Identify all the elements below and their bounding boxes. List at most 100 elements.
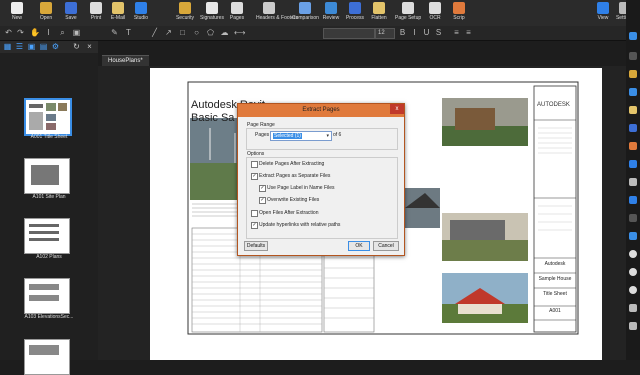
strikethrough-icon[interactable]: S [434,28,443,37]
thumbnails-tab-icon[interactable]: ▣ [27,42,36,51]
stamp-icon[interactable] [629,70,637,78]
new-button[interactable]: New [4,1,30,26]
signatures-button[interactable]: Signatures [199,1,225,26]
signature-icon [206,2,218,14]
pages-select[interactable]: Selected (1) ▾ [270,131,332,141]
pages-button[interactable]: Pages [224,1,250,26]
comparison-button[interactable]: Comparison [292,1,319,26]
line-icon[interactable]: ╱ [150,28,159,37]
process-button[interactable]: Process [342,1,368,26]
new-icon [11,2,23,14]
italic-icon[interactable]: I [410,28,419,37]
signature-icon[interactable] [629,160,637,168]
hand-tool-icon[interactable]: ✋ [30,28,40,37]
pencil-icon[interactable] [629,106,637,114]
email-icon [112,2,124,14]
bookmark-icon[interactable] [629,178,637,186]
defaults-button[interactable]: Defaults [244,241,268,251]
main-ribbon: New Open Save Print E-Mail Studio Securi… [0,0,640,27]
delete-pages-checkbox[interactable] [251,161,258,168]
pages-label: Pages [255,132,270,138]
overwrite-checkbox[interactable]: ✓ [259,197,266,204]
page-thumbnail[interactable] [24,158,70,194]
ellipse-icon[interactable]: ○ [192,28,201,37]
thumbnail-label: A001 Title Sheet [30,134,68,140]
page-setup-button[interactable]: Page Setup [395,1,421,26]
attachment-icon[interactable] [629,232,637,240]
underline-icon[interactable]: U [422,28,431,37]
ocr-button[interactable]: OCR [422,1,448,26]
measure-icon[interactable] [629,196,637,204]
open-after-checkbox[interactable] [251,210,258,217]
security-button[interactable]: Security [172,1,198,26]
select-text-icon[interactable]: I [44,28,53,37]
panel-settings-icon[interactable]: ⚙ [51,42,60,51]
flatten-button[interactable]: Flatten [366,1,392,26]
measure-icon[interactable]: ⟷ [234,28,245,37]
quick-toolbar: ↶ ↷ ✋ I ⌕ ▣ ✎ T ╱ ↗ □ ○ ⬠ ☁ ⟷ 12 B I U S… [0,26,640,41]
rotate-icon[interactable]: ↻ [72,42,81,51]
layers-icon[interactable] [629,124,637,132]
thumbnail-panel-toolbar: ▦ ☰ ▣ ▤ ⚙ ↻ × [0,41,98,53]
scrip-button[interactable]: Scrip [446,1,472,26]
redo-icon[interactable]: ↷ [16,28,25,37]
align-center-icon[interactable]: ≡ [464,28,473,37]
rectangle-icon[interactable]: □ [178,28,187,37]
close-button[interactable]: x [390,104,404,114]
polygon-icon[interactable]: ⬠ [206,28,215,37]
link-icon[interactable] [629,142,637,150]
lock-icon [179,2,191,14]
page-thumbnail[interactable] [24,218,70,254]
title-block-sheet-number: A001 [549,308,561,314]
properties-icon[interactable] [629,32,637,40]
open-button[interactable]: Open [33,1,59,26]
studio-button[interactable]: Studio [128,1,154,26]
separate-files-checkbox[interactable]: ✓ [251,173,258,180]
circle-icon[interactable] [629,286,637,294]
undo-icon[interactable]: ↶ [4,28,13,37]
close-panel-icon[interactable]: × [85,42,94,51]
save-icon [65,2,77,14]
font-size-select[interactable]: 12 [375,28,395,39]
cancel-button[interactable]: Cancel [373,241,399,251]
search-icon[interactable] [629,88,637,96]
thumbnail-panel: A001 Title Sheet A101 Site Plan A102 Pla… [0,53,98,375]
zoom-icon[interactable] [629,304,637,312]
update-hyperlinks-checkbox[interactable]: ✓ [251,222,258,229]
thumbnail-label: A102 Plans [36,254,62,260]
page-thumbnail[interactable] [24,278,70,314]
snapshot-icon[interactable]: ▣ [72,28,81,37]
use-page-label-checkbox[interactable]: ✓ [259,185,266,192]
review-button[interactable]: Review [318,1,344,26]
list-icon[interactable] [629,52,637,60]
bold-icon[interactable]: B [398,28,407,37]
zoom-icon[interactable]: ⌕ [58,28,67,37]
save-button[interactable]: Save [58,1,84,26]
page-thumbnail[interactable] [24,339,70,375]
thumbnail-label: A103 ElevationsSec... [24,314,74,320]
page-thumbnail[interactable] [24,98,72,136]
circle-icon[interactable] [629,250,637,258]
markup-icon[interactable]: ✎ [110,28,119,37]
font-family-select[interactable] [323,28,375,39]
page-count-label: of 6 [333,132,342,138]
text-box-icon[interactable]: T [124,28,133,37]
cloud-icon[interactable]: ☁ [220,28,229,37]
chevron-down-icon: ▾ [326,133,329,139]
dialog-title: Extract Pages [238,104,404,117]
update-hyperlinks-label: Update hyperlinks with relative paths [259,222,341,228]
fit-page-icon[interactable] [629,322,637,330]
circle-icon[interactable] [629,268,637,276]
form-icon[interactable] [629,214,637,222]
script-icon [453,2,465,14]
title-block-project: Sample House [538,276,572,282]
view-icon [597,2,609,14]
grid-icon[interactable]: ▦ [3,42,12,51]
drawing-title-line2: Basic Sa [191,112,235,124]
ok-button[interactable]: OK [348,241,370,251]
list-icon[interactable]: ☰ [15,42,24,51]
arrow-icon[interactable]: ↗ [164,28,173,37]
headers-footers-button[interactable]: Headers & Footers [256,1,298,26]
bookmark-icon[interactable]: ▤ [39,42,48,51]
align-left-icon[interactable]: ≡ [452,28,461,37]
